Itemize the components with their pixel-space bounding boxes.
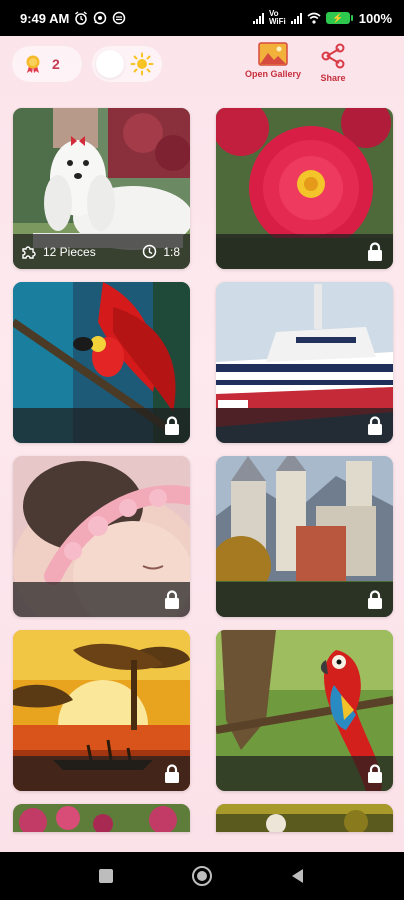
- badge-count: 2: [52, 56, 60, 72]
- open-gallery-button[interactable]: Open Gallery: [240, 42, 306, 79]
- status-bar: 9:49 AM Vo WiFi ⚡ 100%: [0, 0, 404, 36]
- gallery-icon: [258, 42, 288, 66]
- back-button[interactable]: [289, 867, 307, 885]
- puzzle-card-dog[interactable]: 12 Pieces 1:8: [13, 108, 190, 269]
- share-icon: [321, 43, 345, 69]
- whatsapp-icon: [94, 11, 107, 25]
- flowers-image: [13, 804, 190, 832]
- clock-time: 9:49 AM: [20, 10, 70, 26]
- lock-icon: [165, 416, 179, 435]
- puzzle-card-bird[interactable]: [13, 282, 190, 443]
- lock-icon: [368, 242, 382, 261]
- puzzle-card-garden[interactable]: [216, 804, 393, 832]
- alarm-icon: [75, 11, 88, 25]
- lock-icon: [165, 590, 179, 609]
- open-gallery-label: Open Gallery: [244, 69, 302, 79]
- status-right: Vo WiFi ⚡ 100%: [252, 9, 392, 26]
- home-button[interactable]: [190, 864, 214, 888]
- recents-button[interactable]: [97, 867, 115, 885]
- wifi-icon: [307, 12, 321, 24]
- time-info: 1:8: [142, 244, 180, 259]
- theme-toggle-knob: [96, 50, 124, 78]
- lock-icon: [368, 590, 382, 609]
- badge-counter[interactable]: 2: [12, 46, 82, 82]
- pieces-info: 12 Pieces: [21, 244, 96, 260]
- puzzle-card-sunset[interactable]: [13, 630, 190, 791]
- lock-icon: [165, 764, 179, 783]
- lock-icon: [368, 764, 382, 783]
- theme-toggle[interactable]: [92, 46, 162, 82]
- signal-icon: [252, 12, 264, 24]
- sun-icon: [130, 52, 154, 76]
- puzzle-card-baby[interactable]: [13, 456, 190, 617]
- clock-icon: [143, 244, 157, 259]
- puzzle-card-flowers[interactable]: [13, 804, 190, 832]
- share-button[interactable]: Share: [312, 42, 354, 83]
- app-notification-icon: [113, 11, 126, 25]
- puzzle-piece-icon: [22, 245, 36, 259]
- puzzle-card-ship[interactable]: [216, 282, 393, 443]
- header: 2 Open Gallery Share: [0, 36, 404, 100]
- battery-icon: ⚡: [325, 12, 353, 24]
- system-nav-bar: [0, 852, 404, 900]
- time-label: 1:8: [163, 244, 180, 259]
- status-left: 9:49 AM: [20, 11, 126, 26]
- vowifi-label: Vo WiFi: [268, 9, 286, 26]
- puzzle-card-castle[interactable]: [216, 456, 393, 617]
- lock-icon: [368, 416, 382, 435]
- medal-icon: [26, 55, 40, 73]
- pieces-label: 12 Pieces: [43, 244, 96, 259]
- puzzle-info-bar: 12 Pieces 1:8: [13, 234, 190, 269]
- battery-percent: 100%: [358, 10, 392, 26]
- share-label: Share: [320, 73, 346, 83]
- garden-image: [216, 804, 393, 832]
- puzzle-card-flower[interactable]: [216, 108, 393, 269]
- puzzle-card-macaw[interactable]: [216, 630, 393, 791]
- signal-icon-2: [290, 12, 302, 24]
